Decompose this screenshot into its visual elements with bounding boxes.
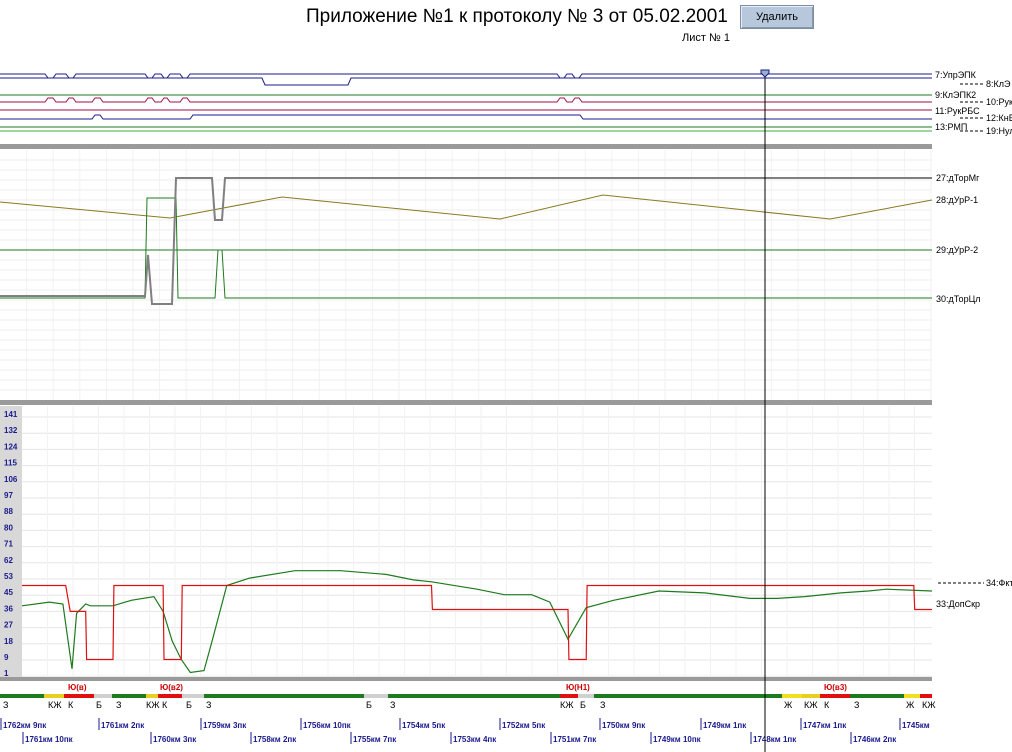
label-tor-mg: 27:дТорМг	[936, 173, 980, 183]
speed-y-tick: 45	[4, 588, 13, 597]
label-kl-e: 8:КлЭ	[986, 79, 1011, 89]
signal-letter: Ж	[906, 700, 915, 710]
signal-letter: З	[600, 700, 605, 710]
km-label: 1754км 5пк	[402, 721, 446, 730]
chart-canvas: 7:УпрЭПК 8:КлЭ 9:КлЭПК2 10:Рук 11:РукРБС…	[0, 66, 1012, 752]
signal-letter: Б	[96, 700, 102, 710]
speed-y-tick: 124	[4, 442, 18, 451]
label-ruk-rbs: 11:РукРБС	[935, 106, 980, 116]
km-label: 1751км 7пк	[553, 735, 597, 744]
panel-splitter-1[interactable]	[0, 144, 932, 149]
speed-y-tick: 36	[4, 604, 13, 613]
km-label: 1752км 5пк	[502, 721, 546, 730]
signal-letter: Ж	[784, 700, 793, 710]
signal-letter: К	[162, 700, 168, 710]
signal-letters: З КЖ К Б З КЖ К Б З Б З КЖ Б З Ж КЖ К З …	[3, 700, 936, 710]
km-label: 1759км 3пк	[203, 721, 247, 730]
speed-y-tick: 88	[4, 507, 13, 516]
speed-y-tick: 115	[4, 459, 17, 468]
zone-label-4: Ю(в3)	[824, 683, 847, 692]
label-ur-r2: 29:дУрР-2	[936, 245, 978, 255]
signal-letter: К	[68, 700, 74, 710]
speed-y-tick: 62	[4, 556, 13, 565]
label-kn-v: 12:КнВ	[986, 113, 1012, 123]
signal-letter: Б	[186, 700, 192, 710]
km-label: 1750км 9пк	[602, 721, 646, 730]
km-label: 1748км 1пк	[753, 735, 797, 744]
label-ur-r1: 28:дУрР-1	[936, 195, 978, 205]
signal-letter: КЖ	[804, 700, 818, 710]
speed-y-tick: 18	[4, 637, 13, 646]
signal-letter: З	[854, 700, 859, 710]
signal-letter: Б	[366, 700, 372, 710]
km-axis: 1762км 9пк 1761км 2пк 1759км 3пк 1756км 10п…	[0, 718, 930, 744]
speed-y-tick: 1	[4, 669, 9, 678]
signal-letter: КЖ	[922, 700, 936, 710]
km-label: 1761км 2пк	[101, 721, 145, 730]
speed-y-tick: 53	[4, 572, 13, 581]
analog-labels: 27:дТорМг 28:дУрР-1 29:дУрР-2 30:дТорЦл	[936, 173, 980, 304]
panel-splitter-3[interactable]	[0, 677, 932, 681]
speed-y-tick: 27	[4, 621, 13, 630]
km-label: 1747км 1пк	[803, 721, 847, 730]
zone-label-1: Ю(в)	[68, 683, 87, 692]
km-label: 1746км 2пк	[853, 735, 897, 744]
km-label: 1761км 10пк	[25, 735, 74, 744]
km-label: 1745км	[902, 721, 930, 730]
km-label: 1749км 1пк	[703, 721, 747, 730]
label-tor-cl: 30:дТорЦл	[936, 294, 980, 304]
label-dop-skr: 33:ДопСкр	[936, 599, 980, 609]
signal-letter: КЖ	[48, 700, 62, 710]
analog-panel	[0, 150, 932, 400]
signal-letter: Б	[580, 700, 586, 710]
speed-y-tick: 132	[4, 426, 18, 435]
km-label: 1753км 4пк	[453, 735, 497, 744]
discrete-labels: 7:УпрЭПК 8:КлЭ 9:КлЭПК2 10:Рук 11:РукРБС…	[935, 70, 1012, 136]
label-ruk: 10:Рук	[986, 97, 1012, 107]
speed-y-tick: 141	[4, 410, 18, 419]
speed-y-tick: 9	[4, 653, 9, 662]
panel-splitter-2[interactable]	[0, 400, 932, 405]
label-fkt: 34:Фкт	[986, 578, 1012, 588]
speed-y-tick: 80	[4, 523, 13, 532]
label-kl-epk2: 9:КлЭПК2	[935, 90, 976, 100]
speed-y-tick: 71	[4, 540, 13, 549]
label-nul: 19:Нул	[986, 126, 1012, 136]
zone-label-3: Ю(Н1)	[566, 683, 590, 692]
speed-labels: 34:Фкт 33:ДопСкр	[936, 578, 1012, 609]
signal-letter: КЖ	[560, 700, 574, 710]
signal-letter: З	[206, 700, 211, 710]
signal-letter: К	[824, 700, 830, 710]
label-upr-epk: 7:УпрЭПК	[935, 70, 977, 80]
signal-letter: З	[390, 700, 395, 710]
signal-letter: КЖ	[146, 700, 160, 710]
speed-y-tick: 97	[4, 491, 13, 500]
speed-y-tick: 106	[4, 475, 18, 484]
km-label: 1758км 2пк	[253, 735, 297, 744]
signal-track: Ю(в) Ю(в2) Ю(Н1) Ю(в3)	[0, 683, 932, 698]
km-label: 1755км 7пк	[353, 735, 397, 744]
km-label: 1756км 10пк	[303, 721, 352, 730]
zone-label-2: Ю(в2)	[160, 683, 183, 692]
signal-letter: З	[116, 700, 121, 710]
speed-panel	[0, 406, 932, 678]
km-label: 1762км 9пк	[3, 721, 47, 730]
signal-letter: З	[3, 700, 8, 710]
km-label: 1760км 3пк	[153, 735, 197, 744]
km-label: 1749км 10пк	[653, 735, 702, 744]
